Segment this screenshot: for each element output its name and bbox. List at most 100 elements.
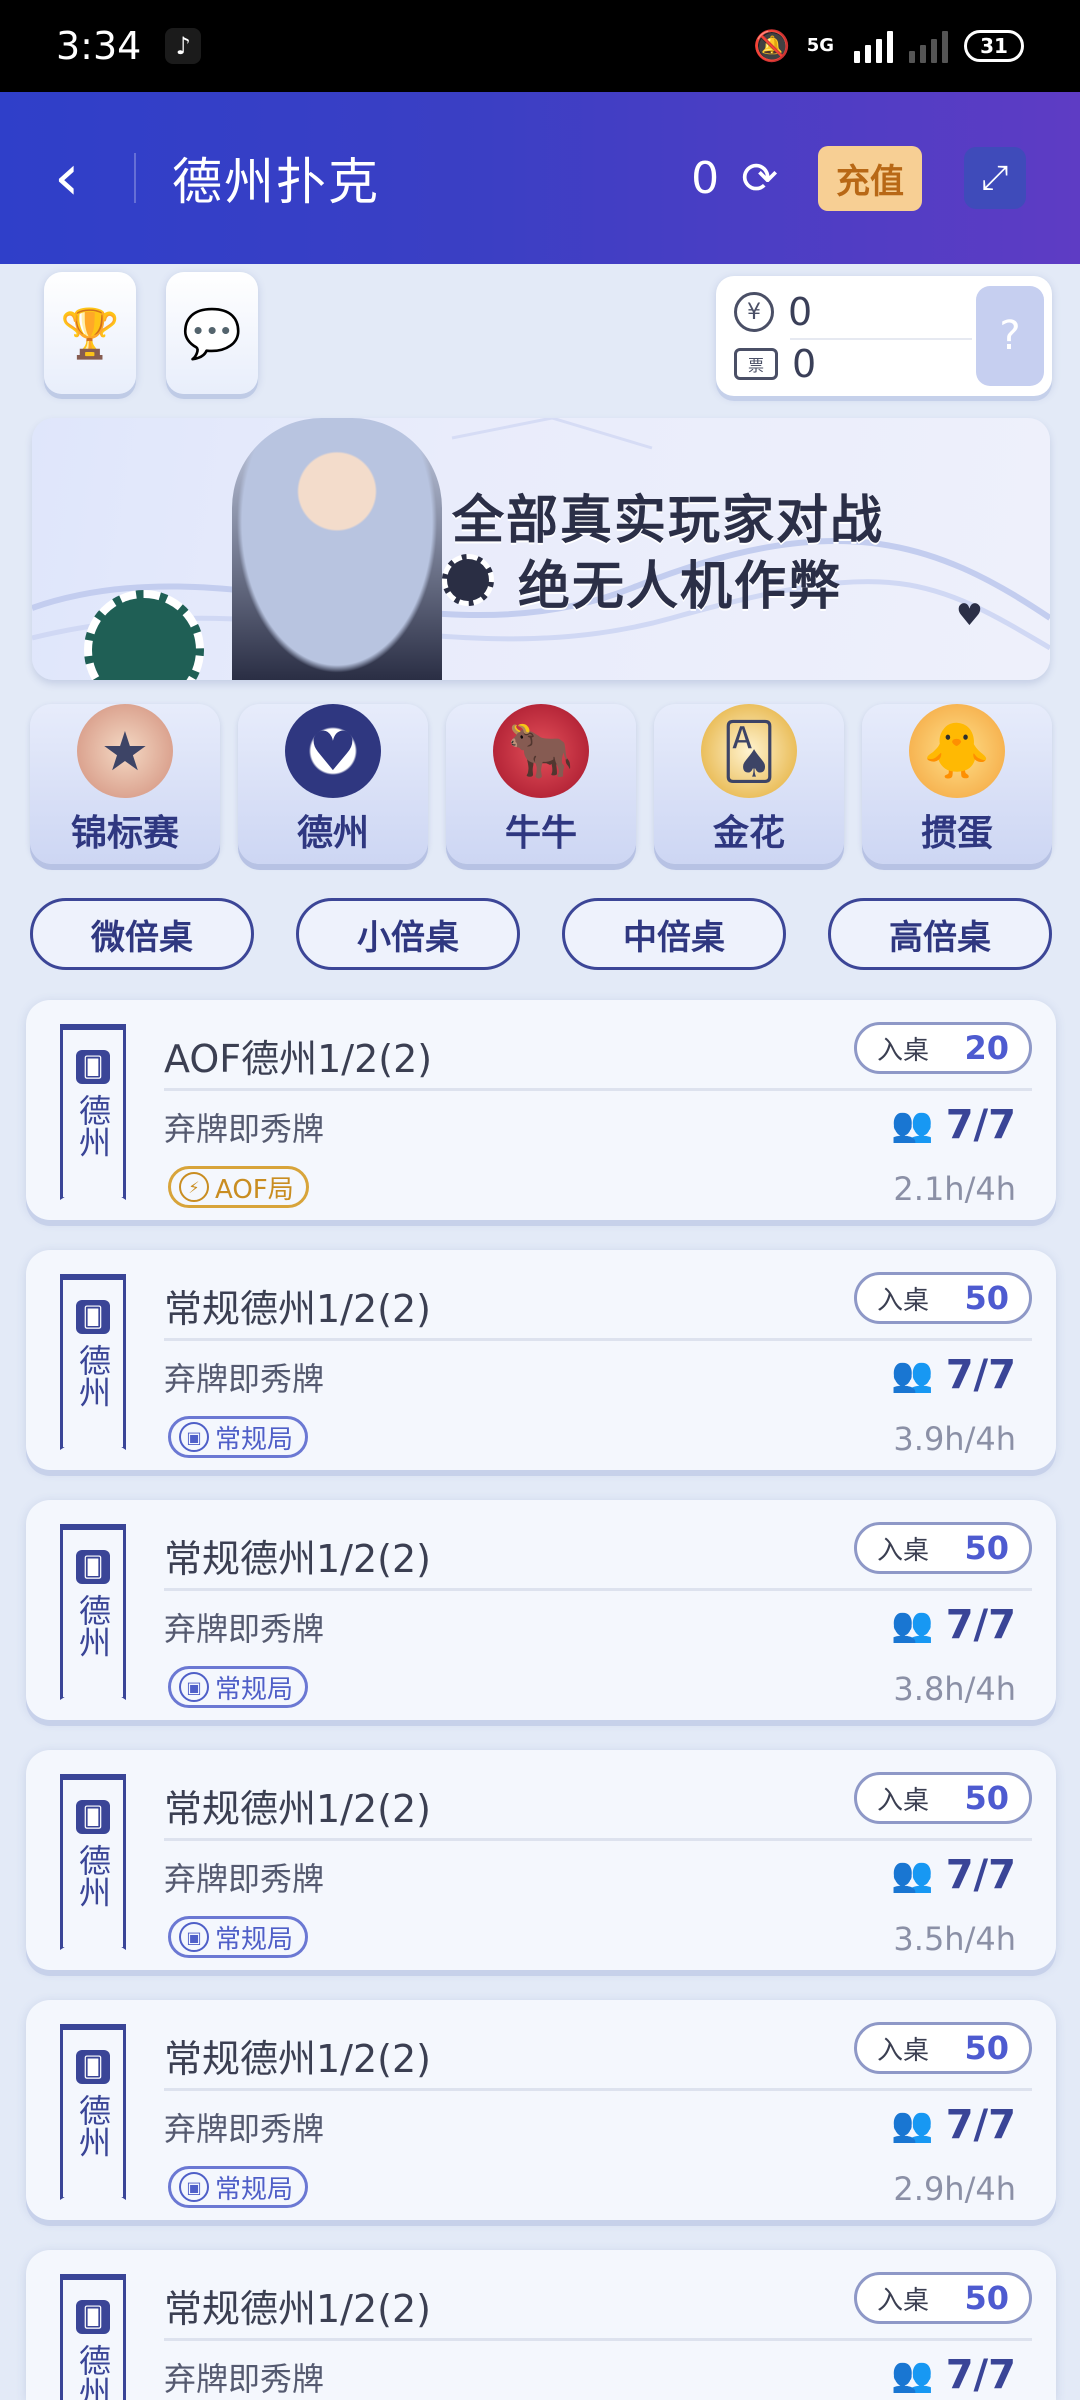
game-flag: 🂠 德州 bbox=[60, 1524, 126, 1700]
players-icon: 👥 bbox=[891, 1855, 934, 1895]
tag-label: 常规局 bbox=[215, 2174, 294, 2205]
tab-medium[interactable]: 中倍桌 bbox=[562, 898, 786, 970]
tag-label: AOF局 bbox=[215, 1174, 294, 1205]
game-category-guandan[interactable]: 🐥 掼蛋 bbox=[862, 704, 1052, 864]
leaderboard-trophy-button[interactable]: 🏆 bbox=[44, 272, 136, 394]
table-card[interactable]: 🂠 德州 常规德州1/2(2) 入桌 50 弃牌即秀牌 👥 7/7 ▣ 常规局 … bbox=[26, 1500, 1056, 1720]
join-label: 入桌 bbox=[877, 1785, 930, 1816]
table-card[interactable]: 🂠 德州 常规德州1/2(2) 入桌 50 弃牌即秀牌 👥 7/7 bbox=[26, 2250, 1056, 2400]
table-type-tag: ▣ 常规局 bbox=[168, 1666, 309, 1708]
join-cost: 50 bbox=[964, 2029, 1009, 2067]
players-value: 7/7 bbox=[945, 1352, 1016, 1398]
trophy-icon: 🏆 bbox=[60, 305, 120, 362]
tab-micro[interactable]: 微倍桌 bbox=[30, 898, 254, 970]
flag-label: 德州 bbox=[74, 1344, 112, 1408]
game-flag: 🂠 德州 bbox=[60, 1024, 126, 1200]
flag-label: 德州 bbox=[74, 1094, 112, 1158]
players-icon: 👥 bbox=[891, 2105, 934, 2145]
tiktok-notification-icon: ♪ bbox=[165, 28, 202, 64]
game-category-niuniu[interactable]: 🐂 牛牛 bbox=[446, 704, 636, 864]
table-time: 2.9h/4h bbox=[893, 2170, 1016, 2208]
chat-button[interactable]: 💬 bbox=[166, 272, 258, 394]
tag-label: 常规局 bbox=[215, 1674, 294, 1705]
game-category-texas[interactable]: ♥ 德州 bbox=[238, 704, 428, 864]
game-category-label: 锦标赛 bbox=[70, 813, 179, 854]
join-label: 入桌 bbox=[877, 1285, 930, 1316]
join-table-button[interactable]: 入桌 50 bbox=[854, 2272, 1032, 2324]
tab-high[interactable]: 高倍桌 bbox=[828, 898, 1052, 970]
flag-label: 德州 bbox=[74, 1844, 112, 1908]
game-category-tournament[interactable]: ★ 锦标赛 bbox=[30, 704, 220, 864]
table-rule: 弃牌即秀牌 bbox=[164, 1860, 325, 1898]
players-icon: 👥 bbox=[891, 2355, 934, 2395]
poker-chip-small-decoration bbox=[442, 554, 494, 606]
back-arrow-icon[interactable]: ‹ bbox=[54, 146, 114, 210]
join-cost: 50 bbox=[964, 2279, 1009, 2317]
tab-small[interactable]: 小倍桌 bbox=[296, 898, 520, 970]
regular-table-icon: ▣ bbox=[179, 1422, 209, 1452]
yen-coin-icon: ¥ bbox=[734, 292, 774, 332]
coin-balance: 0 bbox=[788, 290, 813, 334]
join-cost: 50 bbox=[964, 1279, 1009, 1317]
tag-label: 常规局 bbox=[215, 1424, 294, 1455]
header-actions: 0 ⟳ 充值 ⤢ bbox=[691, 145, 1026, 211]
balance-value: 0 bbox=[691, 152, 720, 204]
player-count: 👥 7/7 bbox=[891, 1602, 1016, 1648]
table-type-tag: ⚡ AOF局 bbox=[168, 1166, 309, 1208]
table-rule: 弃牌即秀牌 bbox=[164, 1610, 325, 1648]
page-title: 德州扑克 bbox=[172, 153, 380, 211]
players-icon: 👥 bbox=[891, 1605, 934, 1645]
table-type-tag: ▣ 常规局 bbox=[168, 1916, 309, 1958]
flag-label: 德州 bbox=[74, 2344, 112, 2400]
table-rule: 弃牌即秀牌 bbox=[164, 1360, 325, 1398]
game-flag: 🂠 德州 bbox=[60, 2274, 126, 2400]
join-label: 入桌 bbox=[877, 2035, 930, 2066]
game-category-jinhua[interactable]: 🂡 金花 bbox=[654, 704, 844, 864]
app-header: ‹ 德州扑克 0 ⟳ 充值 ⤢ bbox=[0, 92, 1080, 264]
table-type-tag: ▣ 常规局 bbox=[168, 1416, 309, 1458]
join-cost: 20 bbox=[964, 1029, 1009, 1067]
promo-banner[interactable]: 全部真实玩家对战 绝无人机作弊 ♥ bbox=[32, 418, 1050, 680]
player-count: 👥 7/7 bbox=[891, 1102, 1016, 1148]
chick-icon: 🐥 bbox=[909, 704, 1005, 798]
game-flag: 🂠 德州 bbox=[60, 1274, 126, 1450]
table-title: 常规德州1/2(2) bbox=[164, 2037, 431, 2081]
table-card[interactable]: 🂠 德州 AOF德州1/2(2) 入桌 20 弃牌即秀牌 👥 7/7 ⚡ AOF… bbox=[26, 1000, 1056, 1220]
join-table-button[interactable]: 入桌 50 bbox=[854, 1522, 1032, 1574]
card-divider bbox=[164, 1588, 1032, 1591]
help-button[interactable]: ? bbox=[976, 286, 1044, 386]
join-table-button[interactable]: 入桌 50 bbox=[854, 1772, 1032, 1824]
table-type-tag: ▣ 常规局 bbox=[168, 2166, 309, 2208]
recharge-button[interactable]: 充值 bbox=[818, 145, 922, 211]
cards-icon: 🂠 bbox=[76, 1800, 110, 1834]
join-table-button[interactable]: 入桌 50 bbox=[854, 1272, 1032, 1324]
chat-bubble-icon: 💬 bbox=[182, 305, 242, 362]
cards-icon: 🂠 bbox=[76, 1050, 110, 1084]
battery-level: 31 bbox=[980, 34, 1008, 58]
table-card[interactable]: 🂠 德州 常规德州1/2(2) 入桌 50 弃牌即秀牌 👥 7/7 ▣ 常规局 … bbox=[26, 1750, 1056, 1970]
table-title: 常规德州1/2(2) bbox=[164, 1537, 431, 1581]
player-count: 👥 7/7 bbox=[891, 2352, 1016, 2398]
status-time: 3:34 bbox=[56, 24, 142, 68]
join-table-button[interactable]: 入桌 50 bbox=[854, 2022, 1032, 2074]
refresh-icon[interactable]: ⟳ bbox=[741, 153, 778, 204]
table-time: 3.9h/4h bbox=[893, 1420, 1016, 1458]
fullscreen-icon[interactable]: ⤢ bbox=[964, 147, 1026, 209]
table-title: 常规德州1/2(2) bbox=[164, 2287, 431, 2331]
players-icon: 👥 bbox=[891, 1355, 934, 1395]
table-card[interactable]: 🂠 德州 常规德州1/2(2) 入桌 50 弃牌即秀牌 👥 7/7 ▣ 常规局 … bbox=[26, 1250, 1056, 1470]
heart-suit-icon: ♥ bbox=[956, 598, 983, 633]
game-category-label: 德州 bbox=[296, 813, 369, 854]
table-card[interactable]: 🂠 德州 常规德州1/2(2) 入桌 50 弃牌即秀牌 👥 7/7 ▣ 常规局 … bbox=[26, 2000, 1056, 2220]
wallet-panel: ¥ 0 票 0 ? bbox=[716, 276, 1052, 396]
card-divider bbox=[164, 1838, 1032, 1841]
player-count: 👥 7/7 bbox=[891, 1852, 1016, 1898]
network-type: 5G bbox=[806, 35, 834, 56]
tag-label: 常规局 bbox=[215, 1924, 294, 1955]
join-table-button[interactable]: 入桌 20 bbox=[854, 1022, 1032, 1074]
game-category-label: 金花 bbox=[712, 813, 785, 854]
status-indicators: 🔕 5G 31 bbox=[753, 29, 1024, 64]
table-title: 常规德州1/2(2) bbox=[164, 1787, 431, 1831]
join-cost: 50 bbox=[964, 1529, 1009, 1567]
card-divider bbox=[164, 1338, 1032, 1341]
